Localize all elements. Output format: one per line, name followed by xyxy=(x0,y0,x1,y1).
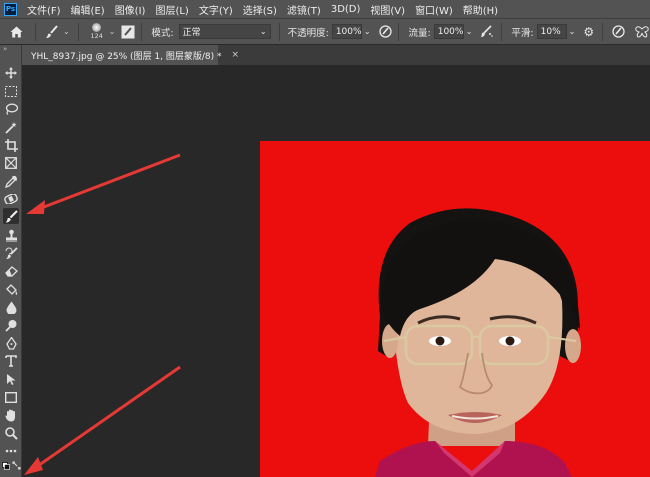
chevron-down-icon[interactable]: ⌄ xyxy=(466,27,473,36)
brush-tool-preset-icon[interactable] xyxy=(45,24,59,39)
photoshop-logo: Ps xyxy=(4,2,17,16)
pressure-size-icon[interactable] xyxy=(612,25,625,38)
type-tool-icon[interactable] xyxy=(3,353,19,369)
collapse-panel-icon[interactable]: » xyxy=(3,45,7,53)
smoothing-field[interactable]: 10% xyxy=(536,24,567,39)
menu-edit[interactable]: 编辑(E) xyxy=(71,2,105,17)
brush-tool-icon[interactable] xyxy=(3,208,19,224)
healing-brush-tool-icon[interactable] xyxy=(3,191,19,207)
flow-value: 100% xyxy=(437,26,464,37)
menu-layer[interactable]: 图层(L) xyxy=(155,2,188,17)
menu-file[interactable]: 文件(F) xyxy=(27,2,61,17)
crop-tool-icon[interactable] xyxy=(3,137,19,153)
menu-type[interactable]: 文字(Y) xyxy=(199,2,233,17)
chevron-down-icon[interactable]: ⌄ xyxy=(109,27,116,36)
move-tool-icon[interactable] xyxy=(3,65,19,81)
dodge-tool-icon[interactable] xyxy=(3,317,19,333)
opacity-value: 100% xyxy=(335,26,362,37)
portrait-photo[interactable] xyxy=(260,141,650,477)
brush-settings-panel-icon[interactable] xyxy=(121,25,135,39)
lasso-tool-icon[interactable] xyxy=(3,101,19,117)
tools-panel: » xyxy=(0,45,22,477)
opacity-field[interactable]: 100% xyxy=(331,24,362,39)
menu-3d[interactable]: 3D(D) xyxy=(331,4,361,15)
mode-select[interactable]: 正常 ⌄ xyxy=(178,24,271,39)
chevron-down-icon[interactable]: ⌄ xyxy=(63,27,70,36)
pressure-opacity-icon[interactable] xyxy=(378,25,392,38)
frame-tool-icon[interactable] xyxy=(3,155,19,171)
close-icon[interactable]: × xyxy=(232,50,240,60)
clone-stamp-tool-icon[interactable] xyxy=(3,227,19,243)
magic-wand-tool-icon[interactable] xyxy=(3,119,19,135)
default-colors-icon[interactable] xyxy=(2,462,10,470)
document-tab-title: YHL_8937.jpg @ 25% (图层 1, 图层蒙版/8) * xyxy=(31,51,222,62)
path-selection-tool-icon[interactable] xyxy=(3,371,19,387)
menu-select[interactable]: 选择(S) xyxy=(243,2,277,17)
blur-tool-icon[interactable] xyxy=(3,299,19,315)
gear-icon[interactable]: ⚙ xyxy=(583,25,594,39)
rectangle-tool-icon[interactable] xyxy=(3,389,19,405)
brush-preview-icon xyxy=(92,23,102,32)
chevron-down-icon[interactable]: ⌄ xyxy=(569,27,576,36)
symmetry-butterfly-icon[interactable] xyxy=(635,25,649,38)
home-icon[interactable] xyxy=(10,26,23,38)
eraser-tool-icon[interactable] xyxy=(3,263,19,279)
menu-help[interactable]: 帮助(H) xyxy=(463,2,498,17)
chevron-down-icon[interactable]: ⌄ xyxy=(364,27,371,36)
marquee-tool-icon[interactable] xyxy=(3,83,19,99)
history-brush-tool-icon[interactable] xyxy=(3,245,19,261)
menu-filter[interactable]: 滤镜(T) xyxy=(287,2,321,17)
zoom-tool-icon[interactable] xyxy=(3,425,19,441)
more-tools-icon[interactable] xyxy=(3,443,19,459)
pen-tool-icon[interactable] xyxy=(3,335,19,351)
hand-tool-icon[interactable] xyxy=(3,407,19,423)
chevron-down-icon: ⌄ xyxy=(259,27,267,36)
menu-view[interactable]: 视图(V) xyxy=(370,2,405,17)
portrait-image xyxy=(260,141,650,477)
smoothing-label: 平滑: xyxy=(511,27,534,39)
menu-image[interactable]: 图像(I) xyxy=(115,2,146,17)
paint-bucket-tool-icon[interactable] xyxy=(3,281,19,297)
document-tab[interactable]: YHL_8937.jpg @ 25% (图层 1, 图层蒙版/8) * × xyxy=(22,45,239,65)
brush-size-value: 124 xyxy=(90,32,103,40)
opacity-label: 不透明度: xyxy=(287,27,329,39)
flow-field[interactable]: 100% xyxy=(433,24,464,39)
mode-label: 模式: xyxy=(151,27,174,39)
eyedropper-tool-icon[interactable] xyxy=(3,173,19,189)
swap-colors-icon[interactable] xyxy=(12,461,21,470)
brush-size-picker[interactable]: 124 xyxy=(86,23,108,40)
options-bar: ⌄ 124 ⌄ 模式: 正常 ⌄ 不透明度: 100% ⌄ 流量: 100% ⌄… xyxy=(0,18,650,45)
menu-window[interactable]: 窗口(W) xyxy=(415,2,453,17)
mode-value: 正常 xyxy=(182,28,201,38)
smoothing-value: 10% xyxy=(540,26,561,37)
flow-label: 流量: xyxy=(408,27,431,39)
menu-bar: Ps 文件(F) 编辑(E) 图像(I) 图层(L) 文字(Y) 选择(S) 滤… xyxy=(0,0,650,18)
airbrush-icon[interactable] xyxy=(480,25,494,38)
document-tab-bar: YHL_8937.jpg @ 25% (图层 1, 图层蒙版/8) * × xyxy=(22,45,650,65)
